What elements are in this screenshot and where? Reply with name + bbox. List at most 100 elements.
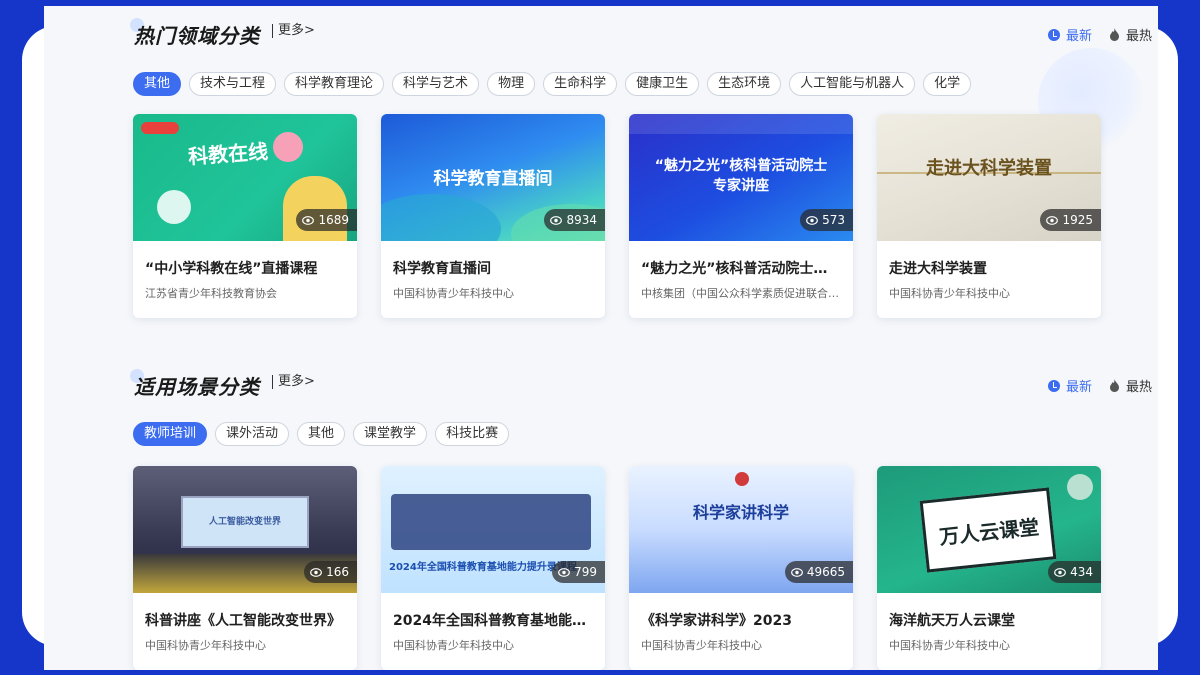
eye-icon: [806, 215, 818, 225]
course-thumbnail: “魅力之光”核科普活动院士专家讲座 573: [629, 114, 853, 241]
thumbnail-text: 科学教育直播间: [433, 169, 553, 189]
view-count-badge: 1689: [296, 209, 357, 231]
section-header: 热门领域分类 更多> 最新 最热: [130, 14, 1152, 54]
view-count: 573: [822, 213, 845, 227]
course-organization: 中核集团（中国公众科学素质促进联合体）: [641, 287, 841, 300]
tab-extracurricular[interactable]: 课外活动: [215, 422, 290, 446]
sort-hottest-button[interactable]: 最热: [1109, 25, 1152, 44]
tab-ecology[interactable]: 生态环境: [707, 72, 782, 96]
sort-hottest-label: 最热: [1125, 380, 1152, 395]
view-count-badge: 573: [800, 209, 853, 231]
course-card[interactable]: 科学家讲科学 49665 《科学家讲科学》2023 中国科协青少年科技中心: [629, 466, 853, 670]
fire-icon: [1109, 379, 1120, 392]
course-card-list: 科教在线 1689 “中小学科教在线”直播课程 江苏省青少年科技教育协会 科学教…: [133, 114, 1101, 318]
section-title: 适用场景分类: [134, 375, 260, 399]
tab-tech-engineering[interactable]: 技术与工程: [189, 72, 277, 96]
view-count-badge: 799: [552, 561, 605, 583]
view-count: 434: [1070, 565, 1093, 579]
course-title[interactable]: 2024年全国科普教育基地能力提升录课程: [393, 610, 593, 630]
sort-newest-label: 最新: [1065, 380, 1092, 395]
tab-chemistry[interactable]: 化学: [923, 72, 972, 96]
sort-newest-button[interactable]: 最新: [1047, 25, 1092, 44]
eye-icon: [790, 567, 803, 577]
tab-science-art[interactable]: 科学与艺术: [392, 72, 480, 96]
fire-icon: [1109, 28, 1120, 41]
more-link[interactable]: 更多>: [272, 375, 315, 389]
course-title[interactable]: 科普讲座《人工智能改变世界》: [145, 610, 345, 630]
view-count: 49665: [806, 565, 845, 579]
tab-health[interactable]: 健康卫生: [625, 72, 700, 96]
thumbnail-text: 科教在线: [187, 139, 269, 169]
course-card[interactable]: 人工智能改变世界 166 科普讲座《人工智能改变世界》 中国科协青少年科技中心: [133, 466, 357, 670]
sort-newest-label: 最新: [1065, 29, 1092, 44]
course-organization: 中国科协青少年科技中心: [145, 639, 266, 652]
course-title[interactable]: 走进大科学装置: [889, 258, 1089, 278]
section-header: 适用场景分类 更多> 最新 最热: [130, 365, 1152, 405]
eye-icon: [1054, 567, 1066, 577]
course-organization: 中国科协青少年科技中心: [889, 639, 1010, 652]
course-title[interactable]: “中小学科教在线”直播课程: [145, 258, 345, 278]
sort-hottest-label: 最热: [1125, 29, 1152, 44]
view-count-badge: 1925: [1040, 209, 1101, 231]
more-link[interactable]: 更多>: [272, 24, 315, 38]
section-scenarios: 适用场景分类 更多> 最新 最热 教师培训 课外活动 其他 课堂教学 科技比赛: [44, 365, 1158, 670]
course-organization: 江苏省青少年科技教育协会: [145, 287, 277, 300]
view-count-badge: 166: [304, 561, 357, 583]
course-organization: 中国科协青少年科技中心: [889, 287, 1010, 300]
view-count: 166: [326, 565, 349, 579]
tab-science-education-theory[interactable]: 科学教育理论: [284, 72, 385, 96]
course-thumbnail: 科学家讲科学 49665: [629, 466, 853, 593]
tab-other[interactable]: 其他: [297, 422, 346, 446]
clock-icon: [1047, 379, 1060, 392]
eye-icon: [558, 567, 570, 577]
category-tabs: 教师培训 课外活动 其他 课堂教学 科技比赛: [133, 422, 510, 446]
course-card[interactable]: “魅力之光”核科普活动院士专家讲座 573 “魅力之光”核科普活动院士专家讲座 …: [629, 114, 853, 318]
tab-ai-robotics[interactable]: 人工智能与机器人: [789, 72, 916, 96]
tab-teacher-training[interactable]: 教师培训: [133, 422, 208, 446]
course-thumbnail: 万人云课堂 434: [877, 466, 1101, 593]
tab-classroom-teaching[interactable]: 课堂教学: [353, 422, 428, 446]
thumbnail-text: “魅力之光”核科普活动院士专家讲座: [654, 158, 828, 194]
course-thumbnail: 科学教育直播间 8934: [381, 114, 605, 241]
course-title[interactable]: “魅力之光”核科普活动院士专家讲座: [641, 258, 841, 278]
course-title[interactable]: 海洋航天万人云课堂: [889, 610, 1089, 630]
sort-hottest-button[interactable]: 最热: [1109, 376, 1152, 395]
course-organization: 中国科协青少年科技中心: [641, 639, 762, 652]
thumbnail-text: 走进大科学装置: [926, 158, 1052, 179]
section-hot-fields: 热门领域分类 更多> 最新 最热 其他 技术与工程 科学教育理论 科学与艺术 物…: [44, 14, 1158, 324]
course-card[interactable]: 科学教育直播间 8934 科学教育直播间 中国科协青少年科技中心: [381, 114, 605, 318]
view-count: 1689: [318, 213, 349, 227]
view-count: 8934: [566, 213, 597, 227]
course-thumbnail: 人工智能改变世界 166: [133, 466, 357, 593]
tab-other[interactable]: 其他: [133, 72, 182, 96]
page-frame: 热门领域分类 更多> 最新 最热 其他 技术与工程 科学教育理论 科学与艺术 物…: [44, 6, 1158, 670]
course-organization: 中国科协青少年科技中心: [393, 287, 514, 300]
course-card[interactable]: 2024年全国科普教育基地能力提升录课程 799 2024年全国科普教育基地能力…: [381, 466, 605, 670]
view-count-badge: 434: [1048, 561, 1101, 583]
sort-newest-button[interactable]: 最新: [1047, 376, 1092, 395]
course-thumbnail: 科教在线 1689: [133, 114, 357, 241]
tab-tech-competition[interactable]: 科技比赛: [435, 422, 510, 446]
eye-icon: [1046, 215, 1059, 225]
tab-life-science[interactable]: 生命科学: [543, 72, 618, 96]
eye-icon: [550, 215, 563, 225]
course-card[interactable]: 科教在线 1689 “中小学科教在线”直播课程 江苏省青少年科技教育协会: [133, 114, 357, 318]
course-organization: 中国科协青少年科技中心: [393, 639, 514, 652]
view-count-badge: 49665: [784, 561, 853, 583]
view-count: 1925: [1062, 213, 1093, 227]
course-thumbnail: 走进大科学装置 1925: [877, 114, 1101, 241]
view-count: 799: [574, 565, 597, 579]
course-card[interactable]: 万人云课堂 434 海洋航天万人云课堂 中国科协青少年科技中心: [877, 466, 1101, 670]
section-title: 热门领域分类: [134, 24, 260, 48]
thumbnail-text: 人工智能改变世界: [208, 517, 281, 527]
tab-physics[interactable]: 物理: [487, 72, 536, 96]
course-title[interactable]: 《科学家讲科学》2023: [641, 610, 841, 630]
course-card[interactable]: 走进大科学装置 1925 走进大科学装置 中国科协青少年科技中心: [877, 114, 1101, 318]
eye-icon: [302, 215, 315, 225]
view-count-badge: 8934: [544, 209, 605, 231]
course-thumbnail: 2024年全国科普教育基地能力提升录课程 799: [381, 466, 605, 593]
category-tabs: 其他 技术与工程 科学教育理论 科学与艺术 物理 生命科学 健康卫生 生态环境 …: [133, 72, 972, 96]
course-card-list: 人工智能改变世界 166 科普讲座《人工智能改变世界》 中国科协青少年科技中心 …: [133, 466, 1101, 670]
course-title[interactable]: 科学教育直播间: [393, 258, 593, 278]
clock-icon: [1047, 28, 1060, 41]
